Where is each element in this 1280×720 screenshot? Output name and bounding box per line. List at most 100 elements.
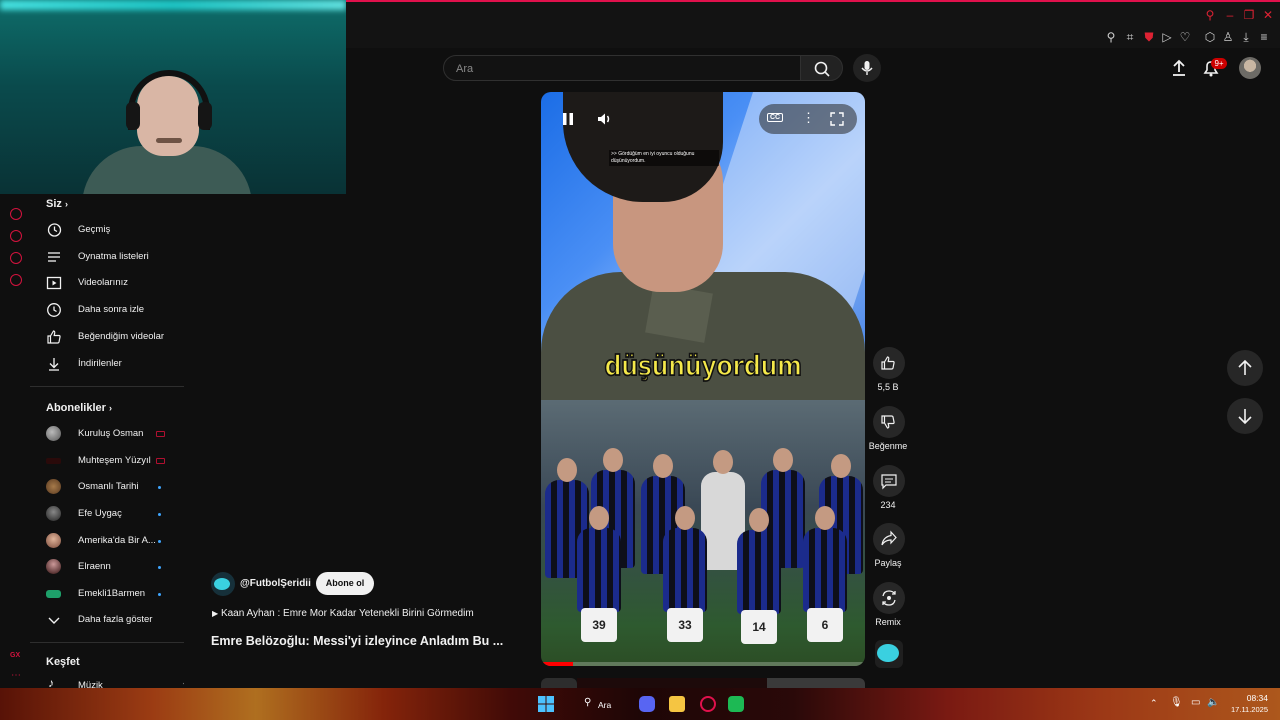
sidebar-item-subscription[interactable]: Muhteşem Yüzyıl bbox=[46, 449, 184, 473]
start-button[interactable] bbox=[538, 696, 554, 712]
sidebar-item-downloads[interactable]: İndirilenler bbox=[46, 352, 184, 376]
sidebar-item-music[interactable]: ♪ Müzik ⌄ bbox=[46, 674, 184, 688]
sidebar-item-label: İndirilenler bbox=[78, 358, 122, 369]
chevron-down-icon: ⌄ bbox=[181, 677, 184, 688]
new-content-dot bbox=[158, 540, 161, 543]
network-icon[interactable]: ▭ bbox=[1191, 697, 1200, 708]
voice-search-button[interactable] bbox=[853, 54, 881, 82]
taskbar-search-label[interactable]: Ara bbox=[598, 700, 611, 710]
next-short-button[interactable] bbox=[1227, 398, 1263, 434]
menu-icon[interactable]: ≡ bbox=[1257, 30, 1271, 44]
browser-accent-line bbox=[346, 0, 1280, 2]
sidebar-item-subscription[interactable]: Emekli1Barmen bbox=[46, 582, 184, 606]
subscriptions-heading[interactable]: Abonelikler › bbox=[46, 402, 112, 414]
video-title[interactable]: Emre Belözoğlu: Messi'yi izleyince Anlad… bbox=[211, 634, 503, 648]
sound-source-thumbnail[interactable] bbox=[875, 640, 903, 668]
channel-avatar bbox=[46, 533, 61, 548]
search-icon[interactable]: ⚲ bbox=[1203, 8, 1217, 22]
live-icon bbox=[156, 458, 165, 464]
sidebar-item-history[interactable]: Geçmiş bbox=[46, 218, 184, 242]
sidebar-item-watch-later[interactable]: Daha sonra izle bbox=[46, 298, 184, 322]
pin-icon[interactable]: ⚲ bbox=[1104, 30, 1118, 44]
shield-icon[interactable]: ⛊ bbox=[1142, 30, 1156, 44]
fullscreen-icon[interactable] bbox=[829, 111, 845, 127]
like-icon bbox=[881, 356, 895, 370]
player-icon[interactable]: ▷ bbox=[1160, 30, 1174, 44]
player-sidebar-icon[interactable] bbox=[10, 208, 22, 220]
subscribe-button[interactable]: Abone ol bbox=[316, 572, 374, 595]
download-icon[interactable]: ⤓ bbox=[1239, 30, 1253, 44]
close-icon[interactable]: ✕ bbox=[1261, 8, 1275, 22]
show-more-button[interactable]: Daha fazla göster bbox=[46, 608, 184, 632]
sidebar-item-label: Kuruluş Osman bbox=[78, 428, 144, 439]
sidebar-item-subscription[interactable]: Elraenn bbox=[46, 555, 184, 579]
sidebar-item-subscription[interactable]: Efe Uygaç bbox=[46, 502, 184, 526]
more-options-icon[interactable]: ⋮ bbox=[802, 110, 815, 126]
sidebar-item-liked-videos[interactable]: Beğendiğim videolar bbox=[46, 325, 184, 349]
clock-time[interactable]: 08:34 bbox=[1236, 693, 1268, 703]
chevron-down-icon bbox=[48, 617, 60, 624]
music-line[interactable]: ▶ Kaan Ayhan : Emre Mor Kadar Yetenekli … bbox=[212, 608, 474, 619]
search-input[interactable] bbox=[456, 61, 786, 77]
opera-gx-icon[interactable] bbox=[700, 696, 716, 712]
channel-avatar bbox=[46, 559, 61, 574]
dislike-button[interactable] bbox=[873, 406, 905, 438]
you-heading[interactable]: Siz › bbox=[46, 198, 68, 210]
closed-captions-button[interactable]: CC bbox=[767, 113, 784, 122]
search-box[interactable] bbox=[443, 55, 801, 81]
more-icon[interactable]: ⋯ bbox=[11, 670, 21, 681]
comments-button[interactable] bbox=[873, 465, 905, 497]
sidebar-item-playlists[interactable]: Oynatma listeleri bbox=[46, 245, 184, 269]
sidebar-item-subscription[interactable]: Kuruluş Osman bbox=[46, 422, 184, 446]
webcam-light bbox=[0, 0, 346, 10]
volume-button[interactable] bbox=[595, 110, 613, 128]
clock-date[interactable]: 17.11.2025 bbox=[1222, 705, 1268, 714]
sidebar-item-subscription[interactable]: Amerika'da Bir A... bbox=[46, 529, 184, 553]
app-icon[interactable] bbox=[728, 696, 744, 712]
remix-button[interactable] bbox=[873, 582, 905, 614]
jersey-number: 39 bbox=[581, 608, 617, 642]
sidebar-item-label: Müzik bbox=[78, 680, 103, 688]
like-button[interactable] bbox=[873, 347, 905, 379]
file-explorer-icon[interactable] bbox=[669, 696, 685, 712]
extensions-sidebar-icon[interactable] bbox=[10, 252, 22, 264]
history-sidebar-icon[interactable] bbox=[10, 230, 22, 242]
sidebar-item-your-videos[interactable]: Videolarınız bbox=[46, 271, 184, 295]
account-icon[interactable]: ♙ bbox=[1221, 30, 1235, 44]
sidebar-item-label: Videolarınız bbox=[78, 277, 128, 288]
shorts-video-player[interactable]: 39 33 14 6 düşünüyordum >> Gördüğüm en i… bbox=[541, 92, 865, 666]
search-button[interactable] bbox=[800, 55, 843, 81]
taskbar-search-icon[interactable]: ⚲ bbox=[584, 697, 591, 708]
sidebar-item-label: Osmanlı Tarihi bbox=[78, 481, 139, 492]
share-button[interactable] bbox=[873, 523, 905, 555]
channel-logo-icon bbox=[877, 644, 899, 662]
windows-logo-icon bbox=[538, 696, 554, 712]
channel-logo-icon bbox=[214, 578, 230, 590]
restore-icon[interactable]: ❐ bbox=[1242, 8, 1256, 22]
heart-icon[interactable]: ♡ bbox=[1178, 30, 1192, 44]
sidebar-item-subscription[interactable]: Osmanlı Tarihi bbox=[46, 475, 184, 499]
remix-icon bbox=[882, 590, 896, 606]
video-progress-track[interactable] bbox=[541, 662, 865, 666]
player-controls-pill: CC ⋮ bbox=[759, 104, 857, 134]
previous-short-button[interactable] bbox=[1227, 350, 1263, 386]
jersey-number: 33 bbox=[667, 608, 703, 642]
snapshot-icon[interactable]: ⌗ bbox=[1123, 30, 1137, 44]
pause-button[interactable] bbox=[559, 110, 577, 128]
arrow-up-icon bbox=[1238, 359, 1252, 375]
channel-name[interactable]: @FutbolŞeridii bbox=[240, 578, 311, 589]
settings-sidebar-icon[interactable] bbox=[10, 274, 22, 286]
sidebar-item-label: Daha sonra izle bbox=[78, 304, 145, 315]
create-button[interactable] bbox=[1168, 58, 1190, 78]
microphone-tray-icon[interactable]: 🎙 bbox=[1170, 697, 1183, 708]
speaker-icon[interactable]: 🔈 bbox=[1207, 697, 1219, 708]
discord-icon[interactable] bbox=[639, 696, 655, 712]
account-avatar[interactable] bbox=[1239, 57, 1261, 79]
opera-gx-badge: GX bbox=[10, 652, 21, 659]
chevron-up-icon[interactable]: ⌃ bbox=[1150, 698, 1158, 709]
minimize-icon[interactable]: – bbox=[1223, 8, 1237, 22]
remix-label: Remix bbox=[875, 617, 901, 627]
channel-avatar[interactable] bbox=[211, 572, 235, 596]
extensions-icon[interactable]: ⬡ bbox=[1203, 30, 1217, 44]
sidebar-item-label: Elraenn bbox=[78, 561, 111, 572]
